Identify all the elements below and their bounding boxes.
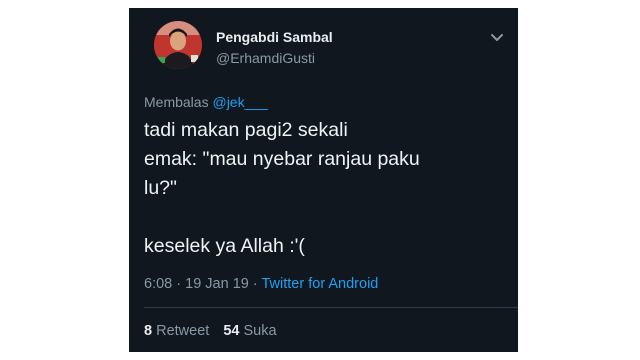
tweet-text-line: tadi makan pagi2 sekali	[144, 119, 348, 141]
tweet-time[interactable]: 6:08	[144, 276, 172, 292]
author-name[interactable]: Pengabdi Sambal	[216, 29, 333, 45]
tweet-text: tadi makan pagi2 sekali emak: "mau nyeba…	[144, 116, 504, 261]
reply-prefix: Membalas	[144, 94, 209, 110]
reply-mention-link[interactable]: @jek___	[212, 94, 267, 110]
tweet-stats: 8 Retweet 54 Suka	[144, 323, 277, 339]
tweet-card: Pengabdi Sambal @ErhamdiGusti Membalas @…	[129, 8, 518, 352]
tweet-meta: 6:08 · 19 Jan 19 · Twitter for Android	[144, 276, 378, 292]
tweet-text-line: keselek ya Allah :'(	[144, 235, 305, 257]
avatar[interactable]	[154, 21, 202, 69]
tweet-text-line: lu?"	[144, 177, 177, 199]
retweet-count: 8	[144, 323, 153, 339]
meta-separator: ·	[176, 276, 182, 292]
author-handle[interactable]: @ErhamdiGusti	[216, 50, 315, 66]
like-label: Suka	[243, 323, 277, 339]
like-count: 54	[223, 323, 240, 339]
retweet-stat[interactable]: 8 Retweet	[144, 323, 213, 339]
tweet-source-link[interactable]: Twitter for Android	[262, 276, 379, 292]
avatar-image	[154, 21, 202, 69]
retweet-label: Retweet	[156, 323, 210, 339]
like-stat[interactable]: 54 Suka	[223, 323, 276, 339]
divider	[144, 307, 518, 308]
tweet-date[interactable]: 19 Jan 19	[185, 276, 249, 292]
tweet-text-line: emak: "mau nyebar ranjau paku	[144, 148, 420, 170]
reply-context: Membalas @jek___	[144, 94, 268, 110]
meta-separator: ·	[252, 276, 258, 292]
chevron-down-icon[interactable]	[490, 30, 504, 41]
